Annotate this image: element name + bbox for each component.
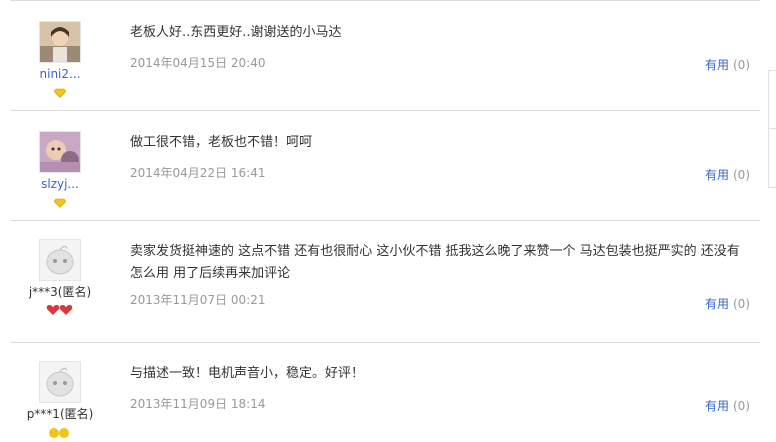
useful-label: 有用: [704, 399, 729, 413]
heart-icon: [46, 305, 60, 315]
review-text: 与描述一致！电机声音小，稳定。好评！: [130, 366, 365, 381]
useful-label: 有用: [704, 168, 729, 182]
user-level-badge: [10, 423, 110, 438]
useful-count: (0): [733, 297, 750, 311]
review-time: 2014年04月22日 16:41: [130, 166, 266, 180]
useful-button[interactable]: 有用 (0): [705, 56, 750, 73]
crown-icon: [59, 428, 69, 438]
diamond-icon: [53, 88, 67, 98]
review-text: 做工很不错，老板也不错！呵呵: [130, 135, 313, 150]
review-item: p***1(匿名) 与描述一致！电机声音小，稳定。好评！ 2013年11月09日…: [10, 342, 760, 438]
user-avatar[interactable]: [39, 131, 81, 173]
review-text: 老板人好..东西更好..谢谢送的小马达: [130, 25, 342, 40]
default-avatar[interactable]: [39, 361, 81, 403]
username[interactable]: nini2...: [10, 67, 110, 81]
useful-count: (0): [733, 399, 750, 413]
review-item: slzyj... 做工很不错，老板也不错！呵呵 2014年04月22日 16:4…: [10, 110, 760, 220]
useful-label: 有用: [704, 58, 729, 72]
review-item: j***3(匿名) 卖家发货挺神速的 这点不错 还有也很耐心 这小伙不错 抵我这…: [10, 220, 760, 342]
side-panel-edge: [768, 0, 776, 428]
user-level-badge: [10, 193, 110, 208]
useful-button[interactable]: 有用 (0): [705, 295, 750, 312]
useful-label: 有用: [704, 297, 729, 311]
username: p***1(匿名): [26, 407, 94, 421]
user-level-badge: [10, 301, 110, 315]
useful-count: (0): [733, 168, 750, 182]
useful-button[interactable]: 有用 (0): [705, 166, 750, 183]
heart-icon: [59, 305, 73, 315]
useful-button[interactable]: 有用 (0): [705, 397, 750, 414]
diamond-icon: [53, 198, 67, 208]
review-time: 2013年11月07日 00:21: [130, 293, 266, 307]
review-list: nini2... 老板人好..东西更好..谢谢送的小马达 2014年04月15日…: [10, 0, 760, 438]
useful-count: (0): [733, 58, 750, 72]
review-item: nini2... 老板人好..东西更好..谢谢送的小马达 2014年04月15日…: [10, 0, 760, 110]
default-avatar[interactable]: [39, 239, 81, 281]
crown-icon: [49, 428, 59, 438]
user-avatar[interactable]: [39, 21, 81, 63]
username[interactable]: slzyj...: [10, 177, 110, 191]
review-time: 2013年11月09日 18:14: [130, 397, 266, 411]
user-level-badge: [10, 83, 110, 98]
review-time: 2014年04月15日 20:40: [130, 56, 266, 70]
review-text: 卖家发货挺神速的 这点不错 还有也很耐心 这小伙不错 抵我这么晚了来赞一个 马达…: [130, 244, 740, 281]
username: j***3(匿名): [28, 285, 92, 299]
